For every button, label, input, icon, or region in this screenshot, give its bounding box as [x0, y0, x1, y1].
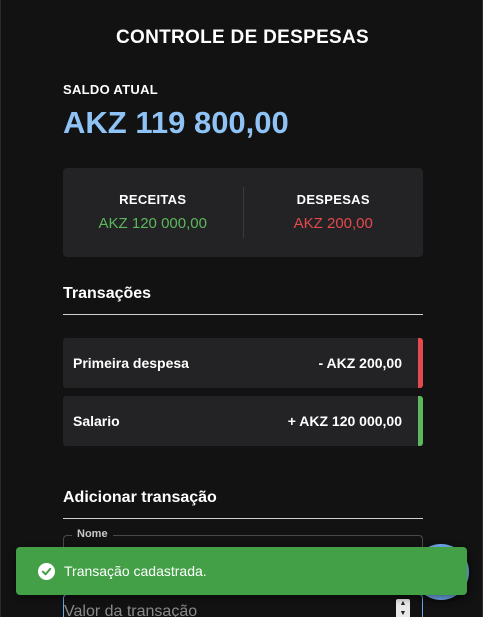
summary-card: RECEITAS AKZ 120 000,00 DESPESAS AKZ 200… — [63, 168, 423, 257]
income-label: RECEITAS — [119, 192, 187, 207]
expense-label: DESPESAS — [296, 192, 370, 207]
check-circle-icon — [38, 562, 55, 580]
name-field-label: Nome — [72, 528, 113, 540]
balance-value: AKZ 119 800,00 — [63, 105, 289, 140]
transaction-name: Primeira despesa — [73, 355, 189, 371]
transaction-amount: + AKZ 120 000,00 — [287, 413, 402, 429]
balance-label: SALDO ATUAL — [63, 82, 159, 97]
transaction-item[interactable]: Salario + AKZ 120 000,00 — [63, 396, 423, 446]
value-stepper[interactable]: ▲ ▼ — [396, 599, 410, 617]
page-title: CONTROLE DE DESPESAS — [115, 27, 370, 48]
transaction-name: Salario — [73, 413, 120, 429]
transaction-list: Primeira despesa - AKZ 200,00 Salario + … — [63, 338, 423, 454]
app-container: CONTROLE DE DESPESAS SALDO ATUAL AKZ 119… — [0, 0, 483, 617]
transaction-item[interactable]: Primeira despesa - AKZ 200,00 — [63, 338, 423, 388]
toast-message: Transação cadastrada. — [64, 563, 207, 579]
income-value: AKZ 120 000,00 — [98, 215, 207, 232]
toast-notification: Transação cadastrada. — [16, 547, 467, 595]
expense-value: AKZ 200,00 — [293, 215, 373, 232]
expense-summary: DESPESAS AKZ 200,00 — [244, 168, 424, 257]
transaction-amount: - AKZ 200,00 — [318, 355, 402, 371]
income-summary: RECEITAS AKZ 120 000,00 — [63, 168, 243, 257]
value-field[interactable]: ▲▼ — [63, 594, 423, 617]
value-input[interactable] — [64, 597, 386, 617]
transactions-heading: Transações — [63, 285, 423, 315]
add-transaction-heading: Adicionar transação — [63, 489, 423, 519]
